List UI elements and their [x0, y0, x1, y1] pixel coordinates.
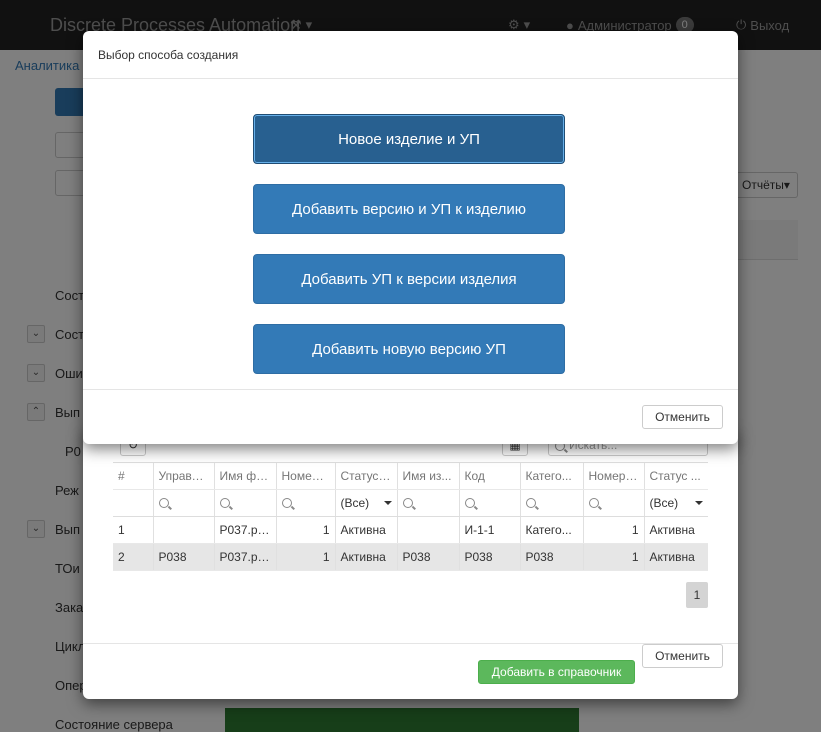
filter-cell[interactable] — [458, 489, 520, 517]
page-button[interactable]: 1 — [686, 582, 708, 608]
table-row[interactable]: 2 P038 P037.pr... 1 Активна P038 P038 P0… — [113, 543, 708, 571]
table-cell: И-1-1 — [458, 516, 520, 544]
column-header[interactable]: Код — [458, 462, 520, 490]
table-cell: Катего... — [519, 516, 583, 544]
search-icon — [464, 498, 475, 508]
caret-down-icon — [383, 501, 392, 505]
column-header[interactable]: Номер ... — [582, 462, 644, 490]
table-cell: P037.pr... — [213, 543, 276, 571]
caret-down-icon — [695, 501, 703, 505]
new-program-version-button[interactable]: Добавить новую версию УП — [253, 324, 565, 374]
table-cell: 1 — [582, 516, 644, 544]
column-header[interactable]: Управл... — [152, 462, 214, 490]
search-icon — [281, 498, 292, 508]
table-cell: 1 — [113, 516, 153, 544]
column-header[interactable]: Имя фа... — [213, 462, 276, 490]
add-to-catalog-button[interactable]: Добавить в справочник — [478, 660, 635, 684]
search-icon — [402, 498, 413, 508]
search-icon — [525, 498, 536, 508]
cancel-button[interactable]: Отменить — [642, 405, 723, 429]
column-header[interactable]: Номер ... — [275, 462, 335, 490]
table-cell — [152, 516, 214, 544]
table-cell: Активна — [334, 516, 397, 544]
status-filter-value: (Все) — [649, 496, 679, 510]
filter-cell[interactable] — [275, 489, 335, 517]
programs-table: # Управл... Имя фа... Номер ... Статус .… — [113, 462, 708, 571]
table-cell: Активна — [334, 543, 397, 571]
add-version-button[interactable]: Добавить версию и УП к изделию — [253, 184, 565, 234]
table-cell: 2 — [113, 543, 153, 571]
table-cell: P037.pr... — [213, 516, 276, 544]
search-icon — [158, 498, 169, 508]
filter-cell[interactable] — [152, 489, 214, 517]
filter-cell[interactable] — [582, 489, 644, 517]
status-filter-value: (Все) — [340, 496, 370, 510]
dialog-title: Выбор способа создания — [98, 48, 239, 62]
table-cell — [396, 516, 459, 544]
table-row[interactable]: 1 P037.pr... 1 Активна И-1-1 Катего... 1… — [113, 516, 708, 544]
dialog-footer: Отменить — [83, 389, 738, 444]
creation-method-dialog: Выбор способа создания Новое изделие и У… — [83, 31, 738, 444]
table-cell: P038 — [519, 543, 583, 571]
table-cell: P038 — [396, 543, 459, 571]
table-cell: Активна — [643, 543, 708, 571]
program-list-dialog: ↻ ▦ Искать... # Управл... Имя фа... Номе… — [83, 430, 738, 699]
table-cell: P038 — [458, 543, 520, 571]
filter-cell[interactable] — [396, 489, 459, 517]
status-filter[interactable]: (Все) — [643, 489, 708, 517]
table-cell: P038 — [152, 543, 214, 571]
column-header[interactable]: Статус ... — [643, 462, 708, 490]
dialog-header: Выбор способа создания — [83, 31, 738, 79]
column-header[interactable]: # — [113, 462, 153, 490]
add-program-to-version-button[interactable]: Добавить УП к версии изделия — [253, 254, 565, 304]
status-filter[interactable]: (Все) — [334, 489, 397, 517]
filter-cell — [113, 489, 153, 517]
dialog-footer: Добавить в справочник Отменить — [83, 643, 738, 699]
search-icon — [219, 498, 230, 508]
column-header[interactable]: Статус ... — [334, 462, 397, 490]
table-cell: Активна — [643, 516, 708, 544]
column-header[interactable]: Катего... — [519, 462, 583, 490]
table-cell: 1 — [582, 543, 644, 571]
filter-cell[interactable] — [519, 489, 583, 517]
table-cell: 1 — [275, 543, 335, 571]
cancel-button[interactable]: Отменить — [642, 644, 723, 668]
filter-cell[interactable] — [213, 489, 276, 517]
search-icon — [588, 498, 599, 508]
column-header[interactable]: Имя из... — [396, 462, 459, 490]
new-product-button[interactable]: Новое изделие и УП — [253, 114, 565, 164]
table-cell: 1 — [275, 516, 335, 544]
